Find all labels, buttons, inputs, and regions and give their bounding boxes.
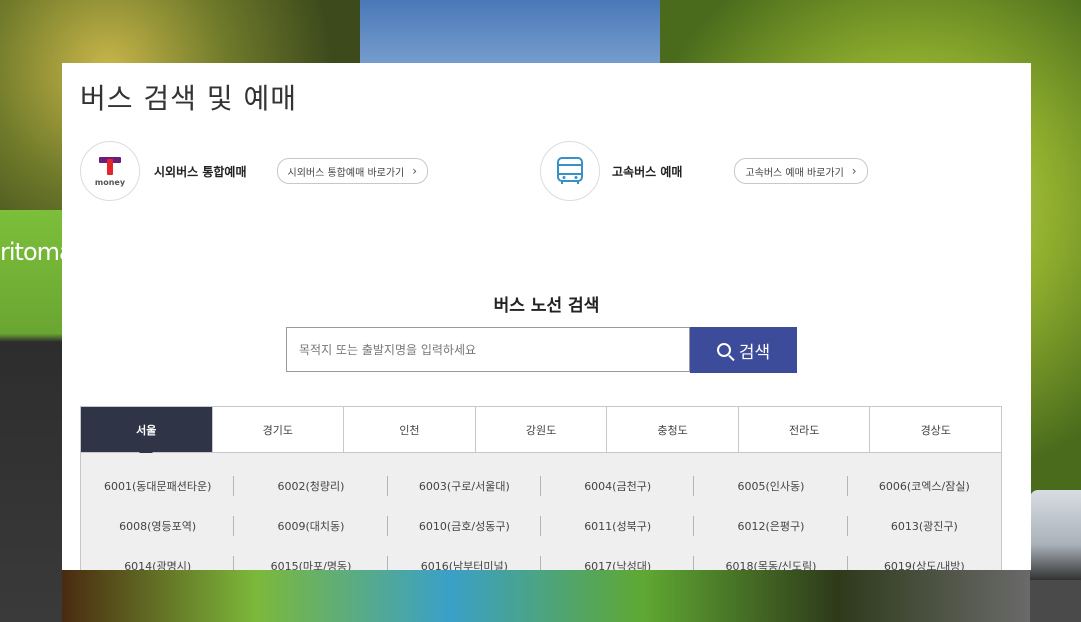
route-link[interactable]: 6012(은평구) — [694, 513, 848, 539]
tab-chungcheong[interactable]: 충청도 — [607, 407, 739, 452]
express-link-text: 고속버스 예매 바로가기 — [745, 167, 844, 179]
route-link[interactable]: 6017(낙성대) — [541, 553, 695, 570]
route-link[interactable]: 6016(남부터미널) — [388, 553, 542, 570]
background-bus-left: ritoma — [0, 210, 74, 622]
express-booking-row: 고속버스 예매 고속버스 예매 바로가기 › — [540, 141, 868, 201]
route-link[interactable]: 6003(구로/서울대) — [388, 473, 542, 499]
route-link[interactable]: 6006(코엑스/잠실) — [848, 473, 1001, 499]
route-link[interactable]: 6019(상도/내방) — [848, 553, 1001, 570]
tab-gyeonggi[interactable]: 경기도 — [212, 407, 345, 452]
background-road — [1030, 580, 1081, 622]
search-button[interactable]: 검색 — [690, 327, 797, 373]
route-list: 6001(동대문패션타운) 6002(청량리) 6003(구로/서울대) 600… — [80, 453, 1002, 570]
region-tabs: 서울 경기도 인천 강원도 충청도 전라도 경상도 — [80, 406, 1002, 459]
route-link[interactable]: 6004(금천구) — [541, 473, 695, 499]
intercity-booking-row: money 시외버스 통합예매 시외버스 통합예매 바로가기 › — [80, 141, 429, 201]
page-title: 버스 검색 및 예매 — [80, 82, 298, 115]
bus-search-panel: 버스 검색 및 예매 money 시외버스 통합예매 시외버스 통합예매 바로가… — [62, 63, 1031, 570]
route-search-input[interactable] — [286, 327, 690, 372]
route-link[interactable]: 6008(영등포역) — [81, 513, 235, 539]
route-search-title: 버스 노선 검색 — [493, 296, 600, 316]
intercity-label: 시외버스 통합예매 — [154, 164, 247, 179]
route-link[interactable]: 6013(광진구) — [848, 513, 1001, 539]
route-grid: 6001(동대문패션타운) 6002(청량리) 6003(구로/서울대) 600… — [81, 473, 1001, 570]
tmoney-logo-text: money — [94, 178, 126, 187]
route-link[interactable]: 6010(금호/성동구) — [388, 513, 542, 539]
tab-incheon[interactable]: 인천 — [344, 407, 476, 452]
tab-seoul[interactable]: 서울 — [81, 407, 213, 459]
route-link[interactable]: 6015(마포/명동) — [234, 553, 388, 570]
chevron-right-icon: › — [851, 164, 857, 178]
search-icon — [716, 343, 731, 357]
tab-jeolla[interactable]: 전라도 — [738, 407, 871, 452]
search-button-label: 검색 — [738, 342, 771, 363]
background-bus-bottom — [62, 570, 1031, 622]
bus-icon — [540, 141, 600, 201]
background-car — [1030, 490, 1081, 580]
express-label: 고속버스 예매 — [612, 164, 683, 179]
route-link[interactable]: 6011(성북구) — [541, 513, 695, 539]
tmoney-logo-icon: money — [80, 141, 140, 201]
intercity-link-text: 시외버스 통합예매 바로가기 — [287, 167, 405, 179]
route-link[interactable]: 6002(청량리) — [234, 473, 388, 499]
route-link[interactable]: 6018(목동/신도림) — [694, 553, 848, 570]
tab-gangwon[interactable]: 강원도 — [475, 407, 608, 452]
express-link-button[interactable]: 고속버스 예매 바로가기 › — [734, 158, 868, 184]
tab-gyeongsang[interactable]: 경상도 — [870, 407, 1002, 452]
chevron-right-icon: › — [412, 164, 418, 178]
tmoney-t-icon — [97, 155, 123, 177]
route-link[interactable]: 6001(동대문패션타운) — [81, 473, 235, 499]
route-link[interactable]: 6014(광명시) — [81, 553, 235, 570]
route-link[interactable]: 6005(인사동) — [694, 473, 848, 499]
route-link[interactable]: 6009(대치동) — [234, 513, 388, 539]
intercity-link-button[interactable]: 시외버스 통합예매 바로가기 › — [276, 158, 429, 184]
